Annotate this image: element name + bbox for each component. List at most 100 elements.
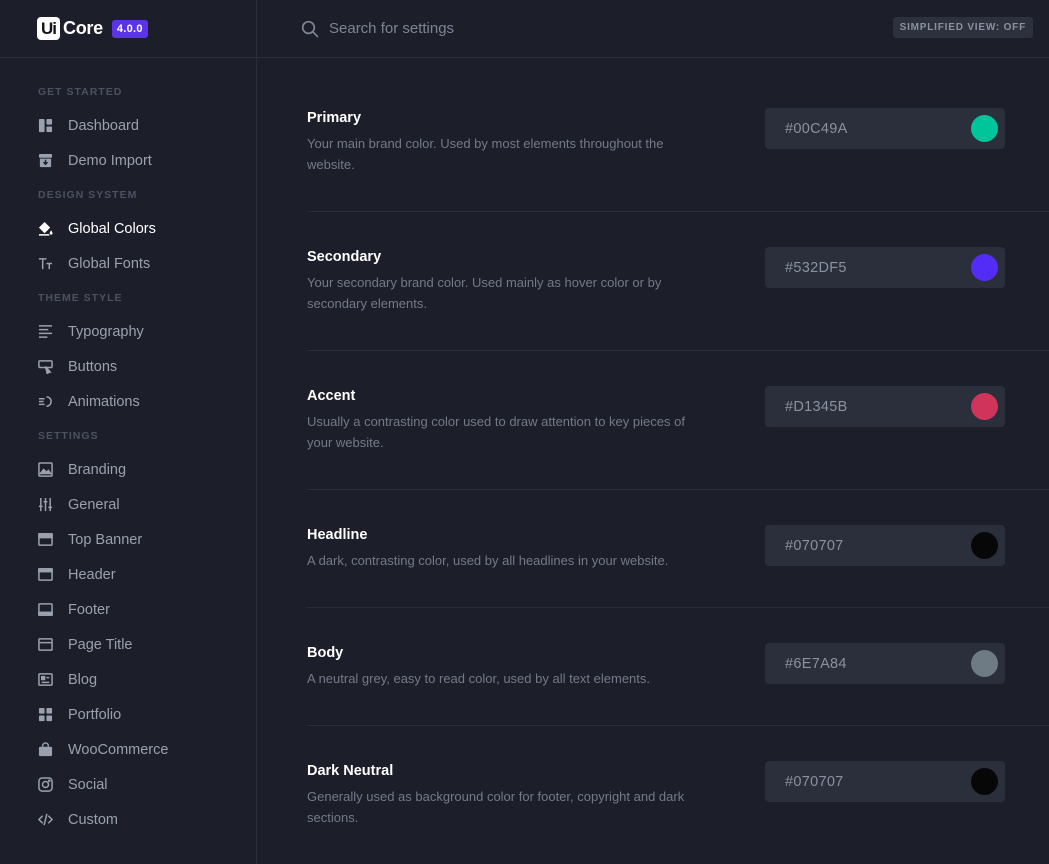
sidebar-item-label: Dashboard: [68, 117, 139, 134]
sidebar-item-label: Footer: [68, 601, 110, 618]
hex-value: #00C49A: [785, 120, 848, 137]
color-description: Generally used as background color for f…: [307, 789, 685, 825]
nav-group-label: SETTINGS: [38, 430, 99, 442]
search-icon: [301, 20, 319, 37]
sidebar-item-global-colors[interactable]: Global Colors: [0, 211, 256, 246]
instagram-icon: [38, 777, 53, 792]
sidebar-item-typography[interactable]: Typography: [0, 314, 256, 349]
sidebar-item-label: Global Colors: [68, 220, 156, 237]
animation-icon: [38, 394, 53, 409]
sidebar-item-label: Header: [68, 566, 116, 583]
main-panel: SIMPLIFIED VIEW: OFF PrimaryYour main br…: [257, 0, 1049, 864]
sidebar-item-branding[interactable]: Branding: [0, 452, 256, 487]
image-icon: [38, 462, 53, 477]
typography-icon: [38, 324, 53, 339]
import-icon: [38, 153, 53, 168]
color-list: Primary Your main brand color. Used by mo…: [257, 58, 1049, 864]
app: Ui Core 4.0.0 GET STARTED Dashboard Demo I…: [0, 0, 1049, 864]
nav-group-label: THEME STYLE: [38, 292, 123, 304]
nav-group-label: DESIGN SYSTEM: [38, 189, 138, 201]
sidebar-item-label: Blog: [68, 671, 98, 688]
page-title-icon: [38, 637, 53, 652]
sidebar-item-label: Custom: [68, 811, 118, 828]
color-description: Your main brand color. Used by most elem…: [307, 136, 664, 172]
paint-bucket-icon: [38, 221, 53, 236]
sliders-icon: [38, 497, 53, 512]
sidebar: Ui Core 4.0.0 GET STARTED Dashboard Demo I…: [0, 0, 257, 864]
sidebar-item-social[interactable]: Social: [0, 767, 256, 802]
sidebar-item-demo-import[interactable]: Demo Import: [0, 143, 256, 178]
color-hex-field[interactable]: #D1345B: [765, 386, 1005, 427]
hex-value: #532DF5: [785, 259, 847, 276]
sidebar-item-label: Typography: [68, 323, 144, 340]
color-hex-field[interactable]: #6E7A84: [765, 643, 1005, 684]
dashboard-icon: [38, 118, 53, 133]
hex-value: #070707: [785, 537, 844, 554]
topbar: SIMPLIFIED VIEW: OFF: [257, 0, 1049, 58]
color-hex-field[interactable]: #070707: [765, 761, 1005, 802]
hex-value: #070707: [785, 773, 844, 790]
color-setting-primary: Primary Your main brand color. Used by mo…: [307, 58, 1049, 212]
sidebar-item-woocommerce[interactable]: WooCommerce: [0, 732, 256, 767]
color-setting-headline: Headline A dark, contrasting color, used …: [307, 490, 1049, 608]
top-banner-icon: [38, 532, 53, 547]
logo[interactable]: Ui Core: [37, 17, 103, 40]
color-hex-field[interactable]: #00C49A: [765, 108, 1005, 149]
color-swatch[interactable]: [971, 393, 998, 420]
sidebar-item-label: Demo Import: [68, 152, 152, 169]
sidebar-item-dashboard[interactable]: Dashboard: [0, 108, 256, 143]
sidebar-item-custom[interactable]: Custom: [0, 802, 256, 837]
color-swatch[interactable]: [971, 254, 998, 281]
hex-value: #6E7A84: [785, 655, 847, 672]
search-input[interactable]: [329, 20, 729, 37]
sidebar-item-top-banner[interactable]: Top Banner: [0, 522, 256, 557]
sidebar-item-label: General: [68, 496, 120, 513]
sidebar-item-general[interactable]: General: [0, 487, 256, 522]
color-swatch[interactable]: [971, 650, 998, 677]
nav-group-label: GET STARTED: [38, 86, 123, 98]
version-badge: 4.0.0: [111, 19, 148, 38]
color-setting-accent: Accent Usually a contrasting color used t…: [307, 351, 1049, 490]
color-swatch[interactable]: [971, 768, 998, 795]
sidebar-item-header[interactable]: Header: [0, 557, 256, 592]
color-setting-body: Body A neutral grey, easy to read color, …: [307, 608, 1049, 726]
nav-group-gap: [0, 178, 256, 187]
logo-text: Core: [63, 18, 103, 38]
sidebar-item-label: Global Fonts: [68, 255, 151, 272]
sidebar-item-label: Branding: [68, 461, 127, 478]
bag-icon: [38, 742, 53, 757]
blog-icon: [38, 672, 53, 687]
logo-mark: Ui: [37, 17, 60, 40]
hex-value: #D1345B: [785, 398, 848, 415]
color-setting-dark-neutral: Dark Neutral Generally used as background…: [307, 726, 1049, 864]
color-description: A dark, contrasting color, used by all h…: [307, 553, 669, 568]
sidebar-item-buttons[interactable]: Buttons: [0, 349, 256, 384]
sidebar-nav: GET STARTED Dashboard Demo Import DESIGN SY…: [0, 58, 256, 837]
header-icon: [38, 567, 53, 582]
sidebar-item-label: Buttons: [68, 358, 118, 375]
font-icon: [38, 256, 53, 271]
color-hex-field[interactable]: #532DF5: [765, 247, 1005, 288]
sidebar-item-portfolio[interactable]: Portfolio: [0, 697, 256, 732]
button-icon: [38, 359, 53, 374]
nav-group-gap: [0, 419, 256, 428]
code-icon: [38, 812, 53, 827]
color-swatch[interactable]: [971, 532, 998, 559]
sidebar-item-label: Page Title: [68, 636, 133, 653]
color-description: Usually a contrasting color used to draw…: [307, 414, 685, 450]
sidebar-item-blog[interactable]: Blog: [0, 662, 256, 697]
sidebar-item-global-fonts[interactable]: Global Fonts: [0, 246, 256, 281]
sidebar-item-label: Portfolio: [68, 706, 122, 723]
portfolio-icon: [38, 707, 53, 722]
color-description: Your secondary brand color. Used mainly …: [307, 275, 662, 311]
sidebar-item-label: WooCommerce: [68, 741, 169, 758]
sidebar-item-label: Animations: [68, 393, 140, 410]
simplified-view-toggle[interactable]: SIMPLIFIED VIEW: OFF: [892, 17, 1033, 38]
sidebar-item-animations[interactable]: Animations: [0, 384, 256, 419]
color-setting-secondary: Secondary Your secondary brand color. Use…: [307, 212, 1049, 351]
color-swatch[interactable]: [971, 115, 998, 142]
color-hex-field[interactable]: #070707: [765, 525, 1005, 566]
sidebar-item-label: Top Banner: [68, 531, 143, 548]
sidebar-item-page-title[interactable]: Page Title: [0, 627, 256, 662]
sidebar-item-footer[interactable]: Footer: [0, 592, 256, 627]
